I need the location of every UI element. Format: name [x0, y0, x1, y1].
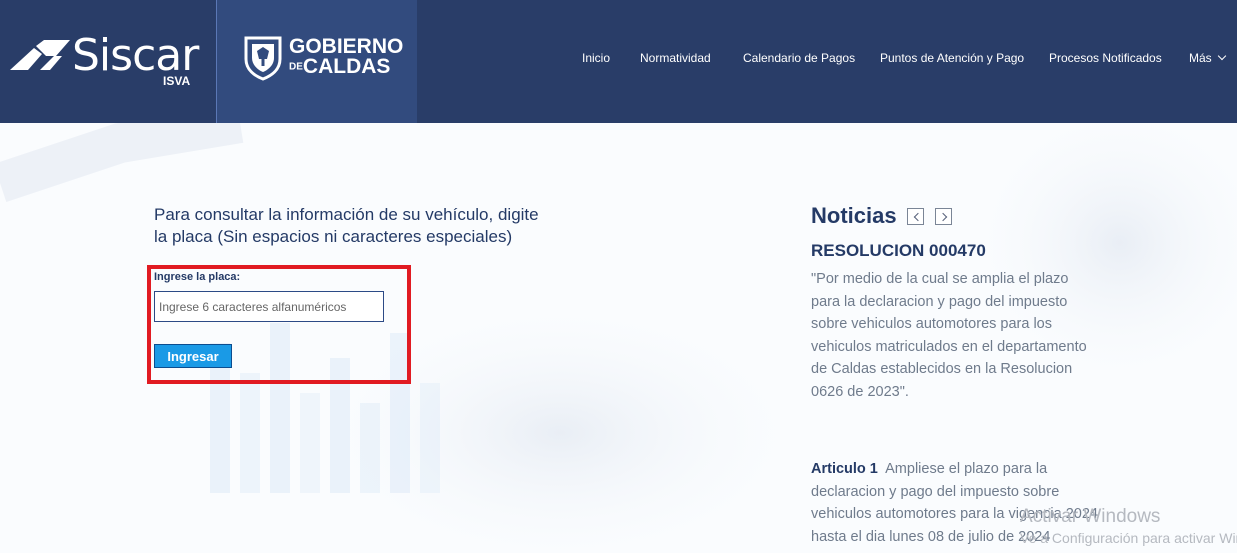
news-prev-button[interactable] — [907, 208, 924, 225]
nav-item-mas-label: Más — [1189, 51, 1212, 65]
site-header: Siscar ISVA GOBIERNO DECALDAS Inicio Nor… — [0, 0, 1237, 123]
chevron-right-icon — [938, 212, 948, 222]
plate-input[interactable] — [154, 291, 384, 322]
consultation-prompt: Para consultar la información de su vehí… — [154, 205, 539, 246]
news-next-button[interactable] — [935, 208, 952, 225]
siscar-subtitle: ISVA — [163, 74, 191, 88]
news-body: "Por medio de la cual se amplia el plazo… — [811, 271, 1087, 400]
nav-item-mas[interactable]: Más — [1189, 51, 1226, 65]
siscar-logo-icon — [10, 40, 70, 70]
caldas-shield-icon — [244, 36, 282, 81]
nav-item-calendario-de-pagos[interactable]: Calendario de Pagos — [743, 51, 855, 65]
article-label: Articulo 1 — [811, 461, 878, 477]
gobierno-caldas-logo-name: CALDAS — [302, 55, 391, 78]
nav-item-normatividad[interactable]: Normatividad — [640, 51, 711, 65]
plate-label: Ingrese la placa: — [154, 271, 241, 283]
news-title: Noticias — [811, 203, 897, 228]
nav-item-procesos-notificados[interactable]: Procesos Notificados — [1049, 51, 1162, 65]
gobierno-caldas-logo-line2: DECALDAS — [289, 56, 390, 78]
chevron-down-icon — [1217, 51, 1226, 61]
gobierno-caldas-logo-prefix: DE — [289, 61, 303, 73]
activation-watermark-title: Activar Windows — [1020, 506, 1161, 527]
siscar-logo[interactable]: Siscar ISVA — [0, 0, 217, 123]
ingresar-button[interactable]: Ingresar — [154, 344, 232, 368]
news-headline: RESOLUCION 000470 — [811, 241, 986, 260]
activation-watermark-text: Ve a Configuración para activar Windows. — [1020, 530, 1237, 546]
nav-item-inicio[interactable]: Inicio — [582, 51, 610, 65]
chevron-left-icon — [913, 212, 923, 222]
nav-item-puntos-de-atencion[interactable]: Puntos de Atención y Pago — [880, 51, 1024, 65]
